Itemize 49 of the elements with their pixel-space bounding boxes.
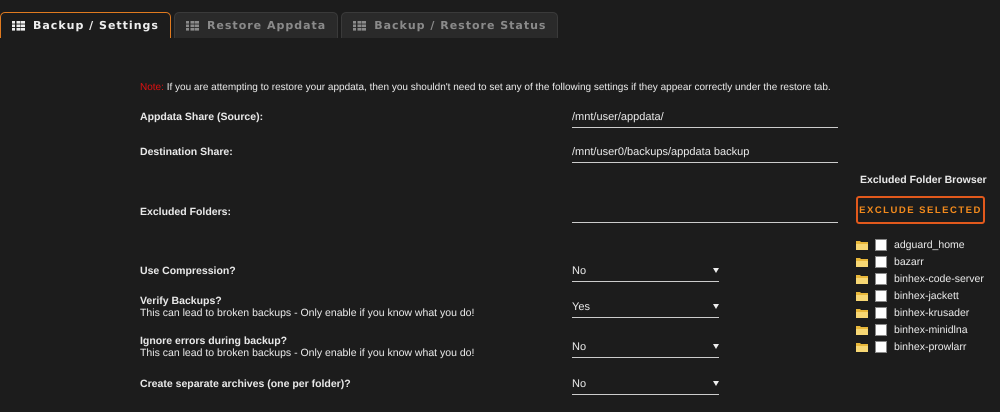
folder-icon [856, 290, 868, 300]
setting-label: Create separate archives (one per folder)? [140, 378, 352, 390]
setting-label: Excluded Folders: [140, 206, 232, 218]
checkbox[interactable] [875, 306, 887, 318]
grid-icon [186, 20, 199, 30]
note-text: Note: If you are attempting to restore your appdata, then you shouldn't need to set any of the following settings if they appear correctly under the restore tab. [140, 82, 832, 92]
folder-name[interactable]: binhex-prowlarr [894, 340, 966, 352]
folder-name[interactable]: adguard_home [894, 238, 965, 250]
folder-name[interactable]: binhex-code-server [894, 272, 984, 284]
caret-icon [713, 268, 719, 273]
setting-hint: This can lead to broken backups - Only enable if you know what you do! [140, 307, 476, 319]
folder-name[interactable]: binhex-minidlna [894, 324, 968, 336]
caret-icon [713, 381, 719, 386]
checkbox[interactable] [875, 238, 887, 250]
checkbox[interactable] [875, 256, 887, 268]
folder-icon [856, 274, 868, 284]
text-field[interactable]: /mnt/user/appdata/ [572, 106, 838, 128]
folder-icon [856, 240, 868, 250]
select-field[interactable]: No [572, 373, 719, 395]
tab[interactable]: Restore Appdata [174, 12, 338, 38]
caret-icon [713, 304, 719, 309]
setting-label: Verify Backups? [140, 295, 223, 307]
setting-label: Ignore errors during backup? [140, 335, 288, 347]
tab[interactable]: Backup / Restore Status [341, 12, 558, 38]
grid-icon [12, 20, 25, 30]
caret-icon [713, 344, 719, 349]
folder-name[interactable]: binhex-jackett [894, 290, 959, 302]
panel-title: Excluded Folder Browser [860, 174, 987, 186]
folder-icon [856, 324, 868, 334]
checkbox[interactable] [875, 290, 887, 302]
folder-icon [856, 308, 868, 318]
select-field[interactable]: No [572, 260, 719, 282]
grid-icon [353, 20, 366, 30]
select-field[interactable]: Yes [572, 296, 719, 318]
exclude-selected-button[interactable]: EXCLUDE SELECTED [856, 196, 985, 224]
select-field[interactable]: No [572, 336, 719, 358]
setting-label: Appdata Share (Source): [140, 111, 264, 123]
folder-icon [856, 256, 868, 266]
folder-name[interactable]: binhex-krusader [894, 306, 970, 318]
setting-label: Use Compression? [140, 265, 237, 277]
checkbox[interactable] [875, 340, 887, 352]
folder-name[interactable]: bazarr [894, 256, 924, 268]
folder-icon [856, 342, 868, 352]
setting-hint: This can lead to broken backups - Only enable if you know what you do! [140, 347, 476, 359]
tab[interactable]: Backup / Settings [0, 12, 171, 38]
checkbox[interactable] [875, 324, 887, 336]
checkbox[interactable] [875, 272, 887, 284]
text-field[interactable]: /mnt/user0/backups/appdata backup [572, 141, 838, 163]
setting-label: Destination Share: [140, 146, 234, 158]
